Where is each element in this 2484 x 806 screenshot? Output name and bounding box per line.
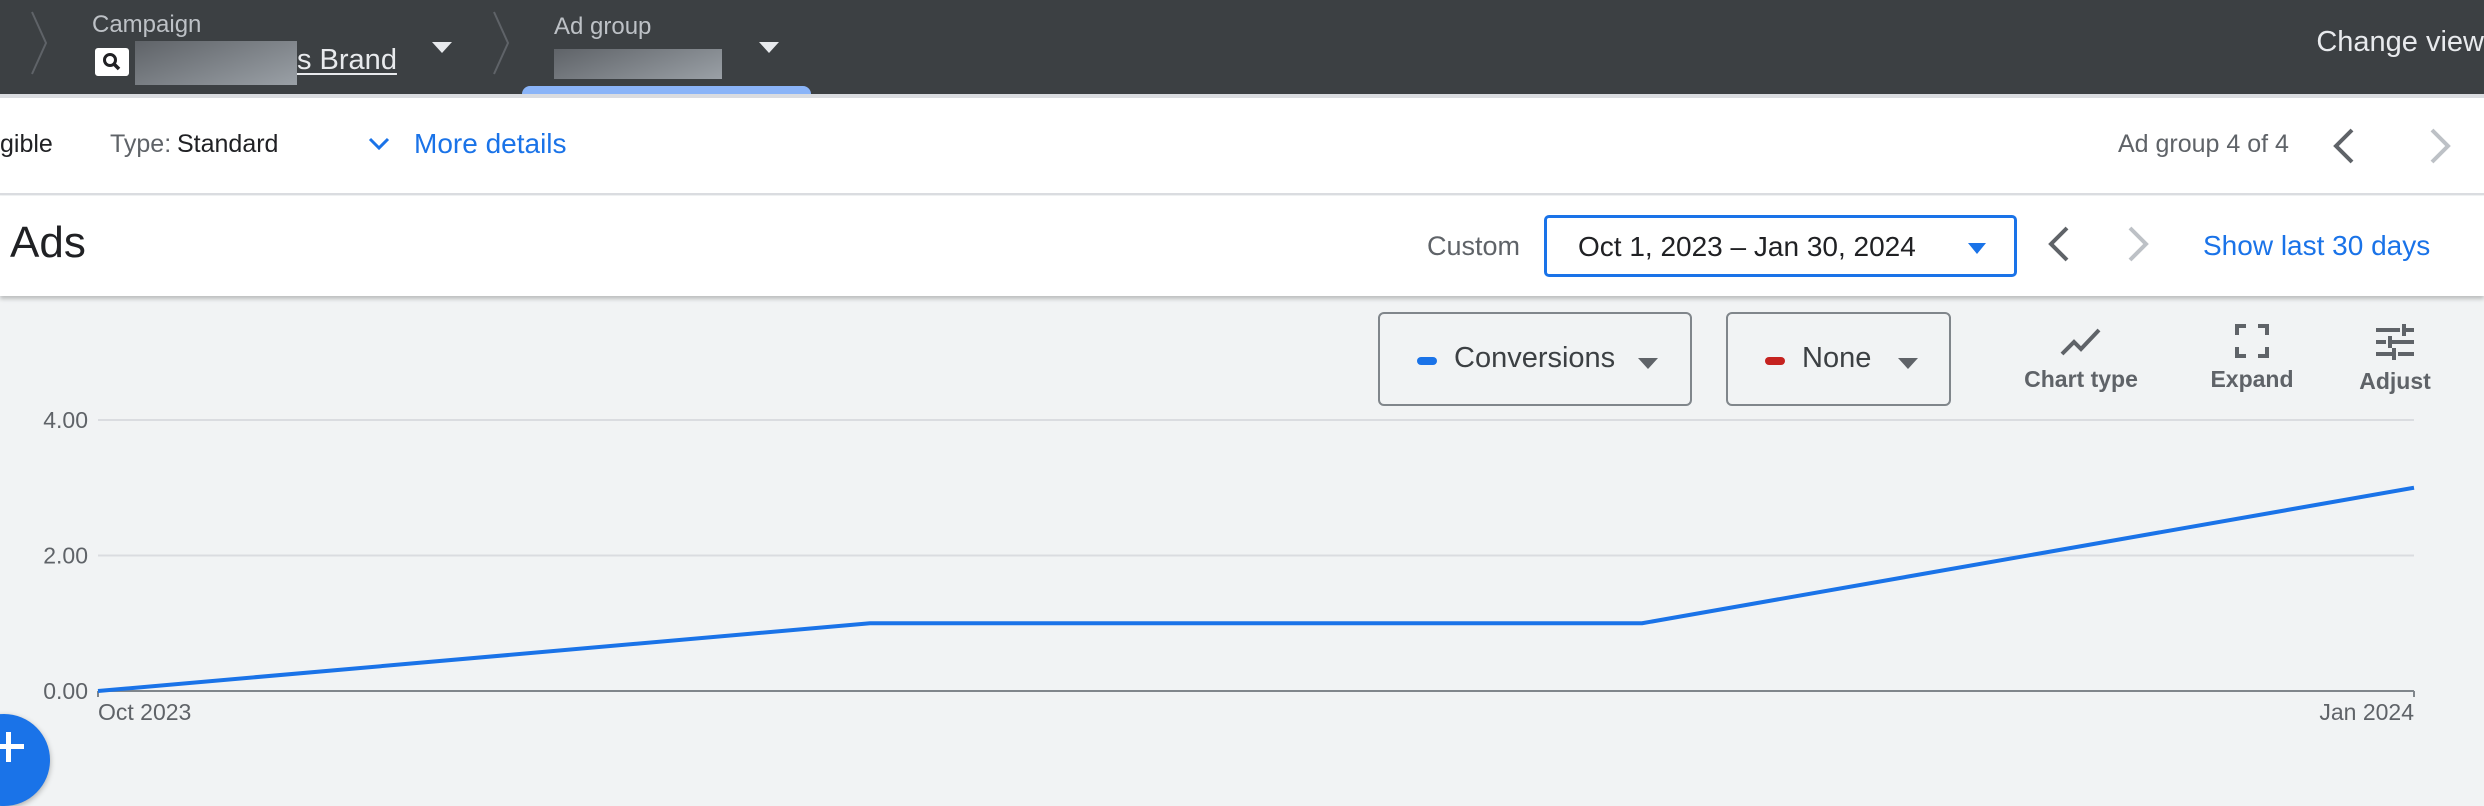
previous-adgroup-icon[interactable] xyxy=(2330,126,2358,166)
breadcrumb-separator-icon xyxy=(30,10,50,76)
adgroup-label: Ad group xyxy=(554,13,651,41)
previous-period-icon[interactable] xyxy=(2045,224,2073,264)
campaign-dropdown-icon[interactable] xyxy=(432,42,452,53)
adjust-button[interactable]: Adjust xyxy=(2315,324,2475,395)
x-tick-label: Oct 2023 xyxy=(98,699,191,725)
next-adgroup-icon[interactable] xyxy=(2426,126,2454,166)
adgroup-details-bar: gible Type: Standard More details Ad gro… xyxy=(0,98,2484,195)
y-tick-label: 4.00 xyxy=(43,407,88,433)
campaign-label: Campaign xyxy=(92,11,201,39)
metric2-label: None xyxy=(1802,342,1871,375)
page-header: Ads Custom Oct 1, 2023 – Jan 30, 2024 Sh… xyxy=(0,196,2484,296)
search-campaign-type-icon xyxy=(95,48,129,76)
expand-button[interactable]: Expand xyxy=(2172,324,2332,393)
date-range-value: Oct 1, 2023 – Jan 30, 2024 xyxy=(1578,231,1916,263)
y-tick-label: 0.00 xyxy=(43,678,88,704)
metric1-color-swatch xyxy=(1417,357,1437,365)
adgroup-count: Ad group 4 of 4 xyxy=(2118,130,2289,159)
performance-chart-panel: 0.00 2.00 4.00 Oct 2023 Jan 2024 Conversions… xyxy=(0,296,2484,760)
date-dropdown-icon xyxy=(1968,243,1986,254)
line-chart-icon xyxy=(2059,324,2103,358)
metric1-selector[interactable]: Conversions xyxy=(1378,312,1692,406)
x-tick-label: Jan 2024 xyxy=(2319,699,2414,725)
metric1-dropdown-icon xyxy=(1638,358,1658,369)
breadcrumb-separator-icon xyxy=(492,10,512,76)
top-navigation-bar: Campaign s Brand Ad group Change view xyxy=(0,0,2484,94)
metric2-color-swatch xyxy=(1765,357,1785,365)
type-prefix: Type: xyxy=(110,130,171,159)
fullscreen-icon xyxy=(2235,324,2269,358)
adjust-label: Adjust xyxy=(2315,368,2475,395)
adgroup-dropdown-icon[interactable] xyxy=(759,42,779,53)
metric2-dropdown-icon xyxy=(1898,358,1918,369)
change-view-button[interactable]: Change view xyxy=(2316,26,2484,59)
campaign-name-link[interactable]: s Brand xyxy=(297,44,397,77)
date-preset-label: Custom xyxy=(1427,231,1520,262)
type-value: Standard xyxy=(177,130,278,159)
page-title: Ads xyxy=(10,218,86,268)
status-text: gible xyxy=(0,130,53,159)
metric1-label: Conversions xyxy=(1454,342,1615,375)
date-range-picker[interactable]: Oct 1, 2023 – Jan 30, 2024 xyxy=(1544,215,2017,277)
metric2-selector[interactable]: None xyxy=(1726,312,1951,406)
tune-icon xyxy=(2376,324,2414,360)
chart-type-label: Chart type xyxy=(2001,366,2161,393)
series-line-conversions xyxy=(98,488,2414,691)
expand-label: Expand xyxy=(2172,366,2332,393)
y-tick-label: 2.00 xyxy=(43,543,88,569)
next-period-icon[interactable] xyxy=(2124,224,2152,264)
more-details-link[interactable]: More details xyxy=(414,128,567,160)
redacted-campaign-name xyxy=(135,41,297,85)
show-last-30-days-link[interactable]: Show last 30 days xyxy=(2203,230,2430,262)
chevron-down-icon[interactable] xyxy=(367,136,391,152)
redacted-adgroup-name[interactable] xyxy=(554,49,722,79)
chart-type-button[interactable]: Chart type xyxy=(2001,324,2161,393)
